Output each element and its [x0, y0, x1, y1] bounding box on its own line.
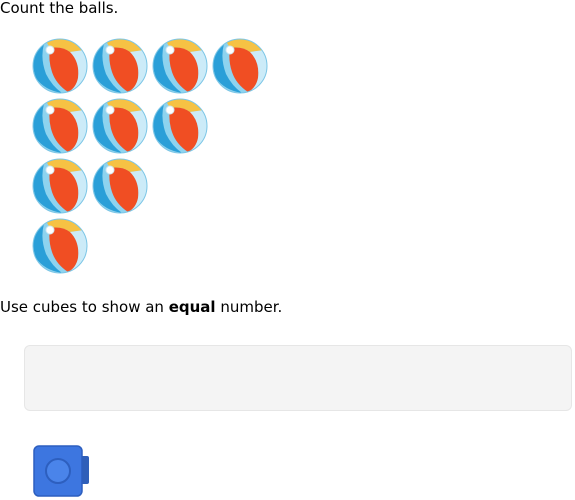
beach-ball: [92, 158, 148, 214]
instruction-bold: equal: [168, 298, 216, 316]
beach-ball: [32, 218, 88, 274]
beach-ball-icon: [32, 158, 88, 214]
beach-ball-icon: [92, 38, 148, 94]
question-page: Count the balls. Use cubes to show an eq…: [0, 0, 575, 500]
beach-ball: [152, 98, 208, 154]
cube-drop-zone[interactable]: [24, 345, 572, 411]
instruction-before: Use cubes to show an: [0, 298, 169, 316]
ball-row: [32, 218, 282, 274]
beach-ball-icon: [152, 98, 208, 154]
beach-ball: [212, 38, 268, 94]
beach-ball: [152, 38, 208, 94]
instruction-text: Use cubes to show an equal number.: [0, 297, 282, 317]
beach-ball-icon: [212, 38, 268, 94]
beach-ball: [92, 98, 148, 154]
beach-ball: [92, 38, 148, 94]
beach-ball: [32, 98, 88, 154]
cube-source-button[interactable]: [33, 445, 91, 499]
beach-ball-icon: [92, 158, 148, 214]
beach-ball-icon: [32, 218, 88, 274]
beach-ball: [32, 158, 88, 214]
beach-ball-icon: [152, 38, 208, 94]
balls-group: [32, 38, 282, 278]
beach-ball: [32, 38, 88, 94]
count-prompt: Count the balls.: [0, 0, 119, 17]
ball-row: [32, 98, 282, 154]
ball-row: [32, 158, 282, 214]
beach-ball-icon: [92, 98, 148, 154]
blue-cube-icon: [33, 445, 89, 497]
beach-ball-icon: [32, 38, 88, 94]
ball-row: [32, 38, 282, 94]
beach-ball-icon: [32, 98, 88, 154]
instruction-after: number.: [215, 298, 283, 316]
